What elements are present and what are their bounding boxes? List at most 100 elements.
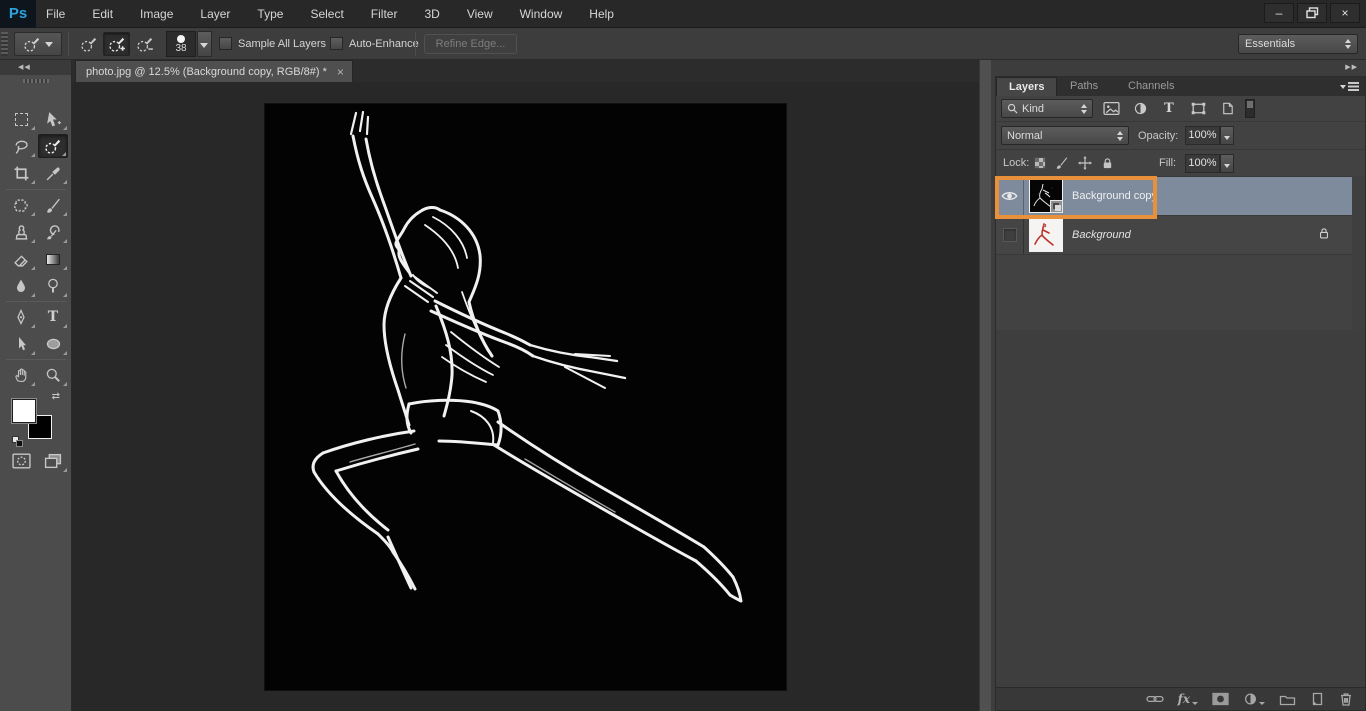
- panel-resize-handle[interactable]: [979, 60, 991, 711]
- tool-gradient[interactable]: [38, 247, 68, 271]
- tool-history-brush[interactable]: [38, 220, 68, 244]
- collapse-panels-button[interactable]: ▶▶: [1345, 63, 1358, 71]
- document-tab[interactable]: photo.jpg @ 12.5% (Background copy, RGB/…: [75, 60, 353, 82]
- auto-enhance-checkbox[interactable]: [330, 37, 343, 50]
- toolbar-collapse[interactable]: ◀◀: [0, 60, 71, 75]
- tool-quick-selection[interactable]: [38, 134, 68, 158]
- layers-scroll-gutter[interactable]: [1352, 176, 1365, 331]
- tool-pen[interactable]: [6, 305, 36, 329]
- tab-close-icon[interactable]: ×: [337, 66, 344, 78]
- new-selection-mode-button[interactable]: [75, 32, 102, 56]
- layer-thumbnail[interactable]: [1029, 218, 1063, 252]
- menu-window[interactable]: Window: [520, 7, 563, 21]
- filter-on-off-toggle[interactable]: [1245, 99, 1255, 118]
- foreground-color-swatch[interactable]: [12, 399, 36, 423]
- default-colors-icon[interactable]: [12, 436, 23, 447]
- layer-style-button[interactable]: fx: [1178, 692, 1198, 706]
- add-layer-mask-button[interactable]: [1212, 692, 1229, 706]
- brush-size-preview[interactable]: 38: [166, 31, 196, 57]
- layers-panel-footer: fx: [996, 687, 1365, 710]
- tool-preset-picker[interactable]: [14, 32, 62, 56]
- opacity-value[interactable]: 100%: [1185, 126, 1220, 145]
- lock-all-icon[interactable]: [1101, 156, 1114, 170]
- menu-edit[interactable]: Edit: [92, 7, 113, 21]
- canvas[interactable]: [265, 104, 786, 690]
- filter-kind-select[interactable]: Kind: [1001, 99, 1093, 118]
- lock-image-brush-icon[interactable]: [1055, 156, 1069, 170]
- tool-lasso[interactable]: [6, 134, 36, 158]
- filter-smart-objects-button[interactable]: [1216, 99, 1238, 118]
- lock-position-icon[interactable]: [1078, 156, 1092, 170]
- tool-type[interactable]: T: [38, 305, 68, 329]
- menu-file[interactable]: File: [46, 7, 65, 21]
- layer-name[interactable]: Background: [1072, 229, 1131, 241]
- tool-spot-healing-brush[interactable]: [6, 193, 36, 217]
- tab-layers[interactable]: Layers: [996, 77, 1057, 96]
- tab-channels[interactable]: Channels: [1116, 77, 1186, 96]
- toolbar-grip[interactable]: [23, 79, 49, 83]
- filter-shape-layers-button[interactable]: [1187, 99, 1209, 118]
- add-to-selection-mode-button[interactable]: [103, 32, 130, 56]
- menu-filter[interactable]: Filter: [371, 7, 398, 21]
- subtract-from-selection-mode-button[interactable]: [131, 32, 158, 56]
- menu-help[interactable]: Help: [589, 7, 614, 21]
- tool-eyedropper[interactable]: [38, 161, 68, 185]
- layer-row-background[interactable]: Background: [996, 216, 1352, 255]
- layer-name[interactable]: Background copy: [1072, 190, 1157, 202]
- restore-button[interactable]: [1297, 3, 1327, 23]
- menu-items: File Edit Image Layer Type Select Filter…: [46, 0, 614, 28]
- menu-layer[interactable]: Layer: [200, 7, 230, 21]
- separator: [6, 359, 66, 360]
- tool-rectangular-marquee[interactable]: [6, 107, 36, 131]
- tool-path-selection[interactable]: [6, 332, 36, 356]
- minimize-button[interactable]: –: [1264, 3, 1294, 23]
- filter-type-layers-button[interactable]: T: [1158, 99, 1180, 118]
- filter-pixel-layers-button[interactable]: [1100, 99, 1122, 118]
- clone-stamp-icon: [13, 224, 30, 241]
- tool-zoom[interactable]: [38, 363, 68, 387]
- fill-value[interactable]: 100%: [1185, 154, 1220, 173]
- blend-mode-select[interactable]: Normal: [1001, 126, 1129, 145]
- workspace-switcher[interactable]: Essentials: [1238, 34, 1358, 54]
- tab-paths[interactable]: Paths: [1058, 77, 1110, 96]
- menu-select[interactable]: Select: [310, 7, 343, 21]
- menu-view[interactable]: View: [467, 7, 493, 21]
- layer-thumbnail[interactable]: [1029, 179, 1063, 213]
- dropdown-arrow-icon: [1192, 702, 1198, 705]
- tool-eraser[interactable]: [6, 247, 36, 271]
- tool-move[interactable]: [38, 107, 68, 131]
- sample-all-layers-checkbox[interactable]: [219, 37, 232, 50]
- screen-mode-button[interactable]: [38, 449, 68, 473]
- opacity-dropdown-button[interactable]: [1220, 126, 1234, 145]
- layer-row-background-copy[interactable]: Background copy: [996, 177, 1352, 216]
- tool-blur[interactable]: [6, 274, 36, 298]
- delete-layer-button[interactable]: [1339, 692, 1353, 706]
- visibility-toggle[interactable]: [996, 216, 1024, 254]
- new-adjustment-layer-button[interactable]: [1243, 692, 1265, 706]
- tool-crop[interactable]: [6, 161, 36, 185]
- lock-transparency-icon[interactable]: [1034, 157, 1046, 169]
- menu-3d[interactable]: 3D: [424, 7, 439, 21]
- lasso-icon: [13, 138, 30, 155]
- brush-picker-dropdown[interactable]: [197, 31, 212, 57]
- tool-clone-stamp[interactable]: [6, 220, 36, 244]
- menu-type[interactable]: Type: [257, 7, 283, 21]
- panel-menu-button[interactable]: [1340, 82, 1359, 91]
- new-group-button[interactable]: [1279, 693, 1296, 706]
- filter-adjustment-layers-button[interactable]: [1129, 99, 1151, 118]
- tool-hand[interactable]: [6, 363, 36, 387]
- tool-ellipse-shape[interactable]: [38, 332, 68, 356]
- refine-edge-button[interactable]: Refine Edge...: [424, 34, 517, 54]
- quick-mask-button[interactable]: [6, 449, 36, 473]
- tool-brush[interactable]: [38, 193, 68, 217]
- swap-colors-icon[interactable]: ⇄: [52, 391, 60, 402]
- visibility-toggle[interactable]: [996, 177, 1024, 215]
- menu-image[interactable]: Image: [140, 7, 173, 21]
- separator: [68, 32, 69, 56]
- close-button[interactable]: ×: [1330, 3, 1360, 23]
- options-bar-grip[interactable]: [1, 32, 8, 56]
- fill-dropdown-button[interactable]: [1220, 154, 1234, 173]
- tool-dodge[interactable]: [38, 274, 68, 298]
- link-layers-button[interactable]: [1146, 693, 1164, 705]
- new-layer-button[interactable]: [1310, 692, 1325, 706]
